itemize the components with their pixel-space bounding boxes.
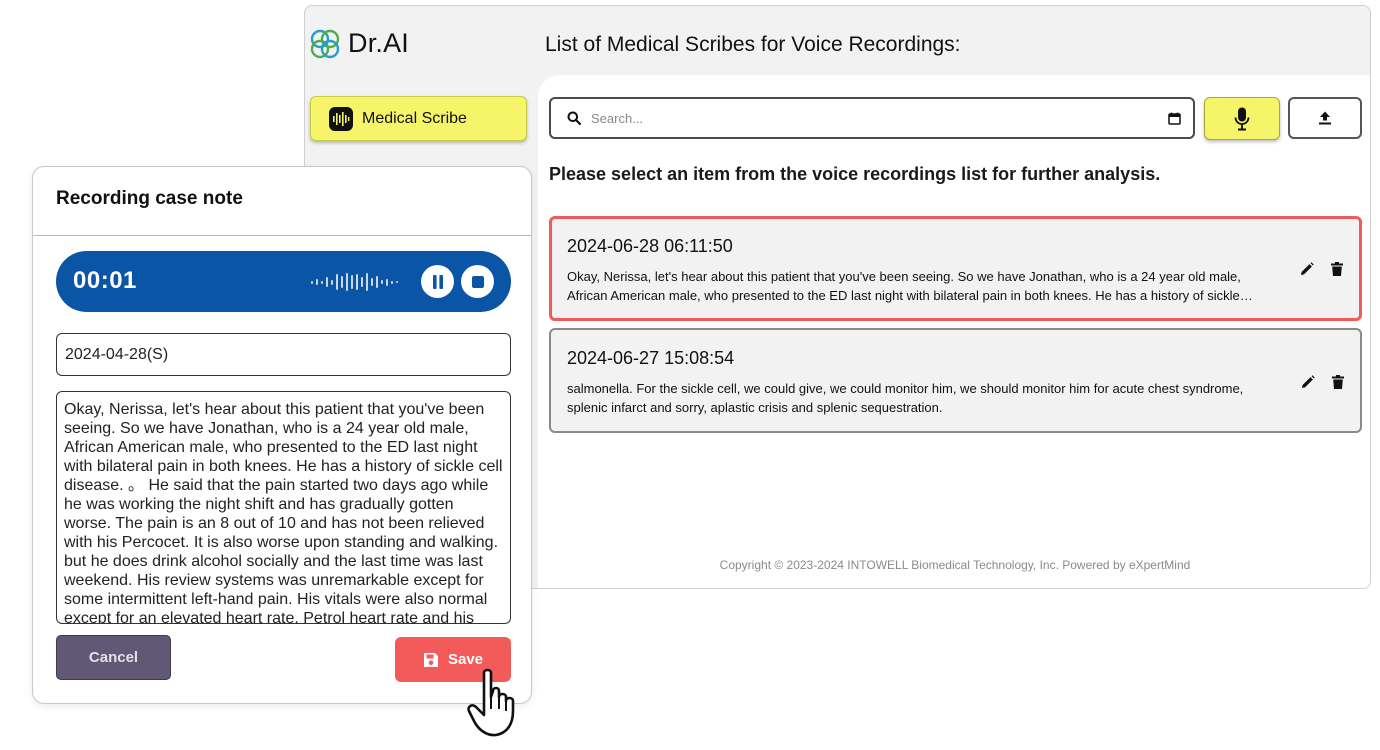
recording-modal: Recording case note 00:01 Okay, Nerissa,… [32,166,532,704]
recording-list-item[interactable]: 2024-06-28 06:11:50 Okay, Nerissa, let's… [549,216,1362,321]
upload-button[interactable] [1288,97,1362,139]
stop-icon [471,275,484,288]
record-button[interactable] [1204,97,1280,140]
audio-wave-icon [329,106,353,131]
edit-icon[interactable] [1299,261,1315,277]
microphone-icon [1234,107,1250,130]
date-field[interactable] [56,333,511,376]
recording-timer: 00:01 [73,267,137,294]
save-button-label: Save [447,651,484,668]
edit-icon[interactable] [1300,374,1316,390]
footer-copyright: Copyright © 2023-2024 INTOWELL Biomedica… [719,558,1191,572]
recording-transcript-preview: salmonella. For the sickle cell, we coul… [567,381,1244,415]
pause-icon [432,274,443,289]
recording-actions [1300,374,1346,390]
pause-button[interactable] [421,265,454,298]
recording-transcript-preview: Okay, Nerissa, let's hear about this pat… [567,269,1253,303]
search-bar [549,97,1195,139]
modal-title: Recording case note [56,188,243,209]
search-input[interactable] [591,110,1158,126]
calendar-icon[interactable] [1168,112,1181,125]
floppy-disk-icon [423,652,438,667]
audio-waveform-icon [311,270,398,294]
modal-divider [33,235,531,236]
sidebar-item-label: Medical Scribe [362,109,467,127]
brain-logo-icon [310,29,340,58]
case-note-textarea[interactable]: Okay, Nerissa, let's hear about this pat… [56,391,511,624]
stop-button[interactable] [461,265,494,298]
brand-name: Dr.AI [348,28,410,58]
cancel-button[interactable]: Cancel [56,635,171,680]
instruction-text: Please select an item from the voice rec… [549,164,1161,184]
brand: Dr.AI [310,28,409,59]
recording-bar: 00:01 [56,251,511,312]
search-icon [567,111,581,125]
recording-timestamp: 2024-06-27 15:08:54 [567,348,735,368]
recording-actions [1299,261,1345,277]
recording-list-item[interactable]: 2024-06-27 15:08:54 salmonella. For the … [549,328,1362,433]
page-title: List of Medical Scribes for Voice Record… [545,33,961,56]
upload-icon [1319,111,1331,125]
sidebar-item-medical-scribe[interactable]: Medical Scribe [310,96,527,141]
main-panel: Please select an item from the voice rec… [538,75,1370,588]
delete-icon[interactable] [1329,261,1345,277]
delete-icon[interactable] [1330,374,1346,390]
hand-pointer-cursor-icon [467,668,515,737]
recording-timestamp: 2024-06-28 06:11:50 [567,236,733,256]
